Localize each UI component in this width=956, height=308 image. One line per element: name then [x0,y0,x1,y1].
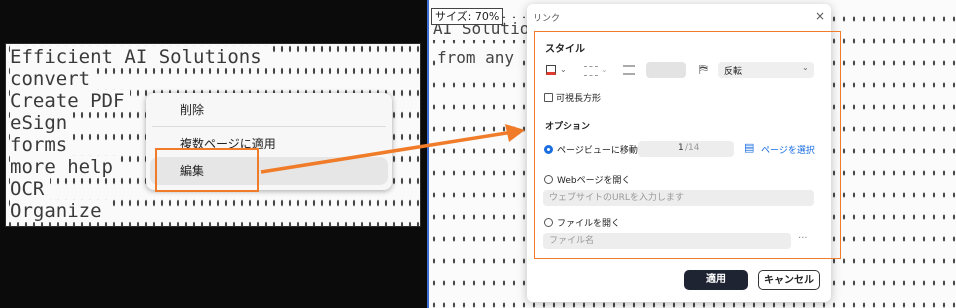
doc-line: forms [10,134,74,156]
page-total: /14 [685,143,700,153]
dialog-title: リンク [533,14,561,24]
highlight-box-edit [155,148,259,192]
doc-line: Efficient AI Solutions [10,46,268,68]
chevron-down-icon[interactable]: ⌄ [601,65,608,74]
apply-button[interactable]: 適用 [684,270,748,290]
doc-line: eSign [10,112,74,134]
close-icon[interactable]: × [815,9,825,23]
doc-line: more help [10,156,119,178]
link-dialog: リンク × スタイル ⌄ ⌄ ⛿ 反転 ⌄ 可視長方形 オプション ページビュー… [527,4,841,302]
highlight-mode-select[interactable]: 反転 ⌄ [718,62,814,78]
page-view-label: ページビューに移動 [557,146,638,156]
highlight-brush-icon: ⛿ [699,62,708,76]
cancel-button[interactable]: キャンセル [758,270,820,290]
line-width-field[interactable] [646,62,686,78]
style-heading: スタイル [545,44,585,55]
doc-line: Organize [10,200,108,222]
web-page-label: Webページを開く [557,176,631,186]
page-number-field[interactable]: 1 /14 [638,141,734,157]
visible-rect-label: 可視長方形 [556,94,602,104]
visible-rect-checkbox[interactable] [544,93,553,102]
radio-open-file[interactable] [544,218,553,227]
page-select-icon[interactable]: ▤ [744,141,754,154]
highlight-mode-value: 反転 [724,67,743,77]
zoom-label: サイズ: 70% [431,8,504,25]
arrow-head [505,124,525,142]
options-heading: オプション [545,122,591,132]
line-style-icon[interactable] [584,66,598,76]
open-file-label: ファイルを開く [557,219,621,229]
doc-line: from any [437,47,521,69]
page-current: 1 [678,143,684,153]
url-input[interactable]: ウェブサイトのURLを入力します [543,190,814,206]
chevron-down-icon[interactable]: ⌄ [560,65,567,74]
browse-more-button[interactable]: ··· [798,233,808,244]
doc-line: Create PDF [10,90,131,112]
border-color-icon[interactable] [546,65,556,75]
chevron-down-icon: ⌄ [802,63,809,72]
line-width-icon[interactable] [623,65,635,75]
annotation-arrow [260,124,525,174]
doc-line: convert [10,68,97,90]
select-page-link[interactable]: ページを選択 [761,143,815,156]
doc-line: OCR [10,178,51,200]
radio-web-page[interactable] [544,175,553,184]
radio-page-view[interactable] [544,145,553,154]
file-name-input[interactable]: ファイル名 [543,233,791,249]
arrow-shaft [260,130,514,174]
